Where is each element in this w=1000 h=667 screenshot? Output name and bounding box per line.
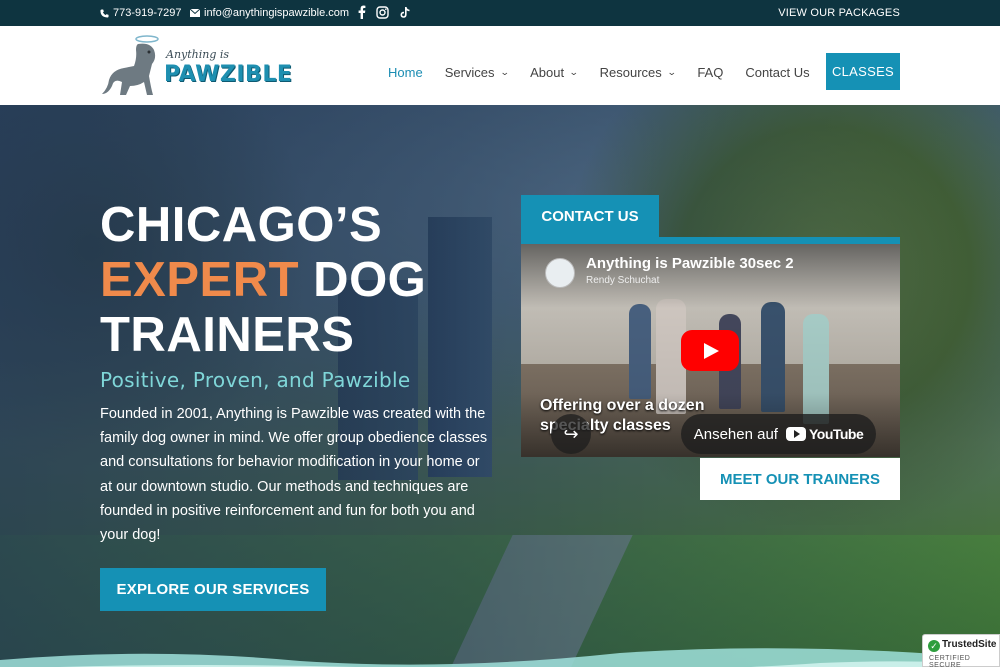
chevron-down-icon: ⌄ (499, 67, 510, 77)
nav-item-label: FAQ (697, 65, 724, 80)
youtube-video-embed[interactable]: Anything is Pawzible 30sec 2 Rendy Schuc… (521, 244, 900, 457)
nav-item-services[interactable]: Services ⌄ (444, 65, 510, 80)
social-links (358, 5, 411, 19)
trusted-badge-name: TrustedSite (942, 639, 997, 650)
chevron-down-icon: ⌄ (568, 67, 579, 77)
site-header: Anything is PAWZIBLE Home Services ⌄ Abo… (0, 26, 1000, 105)
channel-avatar[interactable] (545, 258, 575, 288)
dog-logo-icon (102, 35, 159, 95)
explore-services-button[interactable]: EXPLORE OUR SERVICES (100, 568, 326, 611)
nav-item-label: Contact Us (745, 65, 810, 80)
youtube-icon (785, 427, 806, 441)
view-packages-link[interactable]: VIEW OUR PACKAGES (778, 7, 900, 19)
main-nav: Home Services ⌄ About ⌄ Resources ⌄ FAQ … (388, 65, 832, 80)
check-icon: ✓ (928, 640, 940, 652)
hero-section: CHICAGO’S EXPERT DOG TRAINERS Positive, … (0, 105, 1000, 667)
headline-line-3: TRAINERS (100, 308, 355, 362)
share-icon[interactable]: ↪ (551, 414, 591, 454)
phone-number: 773-919-7297 (113, 7, 182, 19)
video-author: Rendy Schuchat (586, 275, 660, 286)
nav-item-label: Resources (599, 65, 662, 80)
hero-headline: CHICAGO’S EXPERT DOG TRAINERS (100, 198, 426, 363)
nav-item-contact-us[interactable]: Contact Us (745, 65, 809, 80)
nav-item-label: About (530, 65, 565, 80)
instagram-icon[interactable] (376, 5, 389, 19)
nav-item-about[interactable]: About ⌄ (530, 65, 579, 80)
headline-line-1: CHICAGO’S (100, 198, 383, 252)
facebook-icon[interactable] (358, 5, 366, 19)
logo-brand-text: PAWZIBLE (164, 62, 293, 87)
youtube-logo: YouTube (785, 426, 864, 442)
hero-intro-text: Founded in 2001, Anything is Pawzible wa… (100, 406, 488, 544)
tiktok-icon[interactable] (399, 6, 411, 19)
trusted-badge-sub: CERTIFIED SECURE (929, 655, 971, 667)
logo-small-text: Anything is (166, 48, 230, 61)
email-link[interactable]: info@anythingispawzible.com (190, 7, 349, 19)
top-bar: 773-919-7297 info@anythingispawzible.com… (0, 0, 1000, 26)
site-logo[interactable]: Anything is PAWZIBLE (100, 32, 292, 100)
nav-item-home[interactable]: Home (388, 65, 423, 80)
chevron-down-icon: ⌄ (666, 67, 677, 77)
hero-bottom-wave (0, 648, 1000, 667)
trustedsite-badge[interactable]: ✓ TrustedSite CERTIFIED SECURE (922, 634, 1000, 667)
play-icon[interactable] (681, 330, 739, 371)
headline-line-2-rest: DOG (299, 253, 427, 307)
headline-accent: EXPERT (100, 253, 300, 307)
contact-us-button[interactable]: CONTACT US (521, 195, 659, 237)
hero-tagline: Positive, Proven, and Pawzible (100, 368, 411, 392)
video-top-bar (521, 237, 900, 244)
meet-trainers-button[interactable]: MEET OUR TRAINERS (700, 458, 900, 500)
headline-line-2: EXPERT DOG (100, 253, 426, 308)
phone-link[interactable]: 773-919-7297 (100, 7, 182, 19)
video-caption-line-1: Offering over a dozen (540, 397, 705, 414)
phone-icon (100, 8, 109, 18)
email-address: info@anythingispawzible.com (204, 7, 350, 19)
video-title[interactable]: Anything is Pawzible 30sec 2 (586, 255, 794, 272)
nav-item-label: Home (388, 65, 423, 80)
mail-icon (190, 9, 200, 17)
watch-on-youtube-button[interactable]: Ansehen auf YouTube (681, 414, 876, 454)
nav-item-label: Services (444, 65, 495, 80)
nav-item-resources[interactable]: Resources ⌄ (599, 65, 677, 80)
youtube-wordmark: YouTube (808, 426, 864, 442)
watch-label: Ansehen auf (693, 425, 778, 443)
nav-item-faq[interactable]: FAQ (697, 65, 723, 80)
classes-button[interactable]: CLASSES (826, 53, 900, 90)
